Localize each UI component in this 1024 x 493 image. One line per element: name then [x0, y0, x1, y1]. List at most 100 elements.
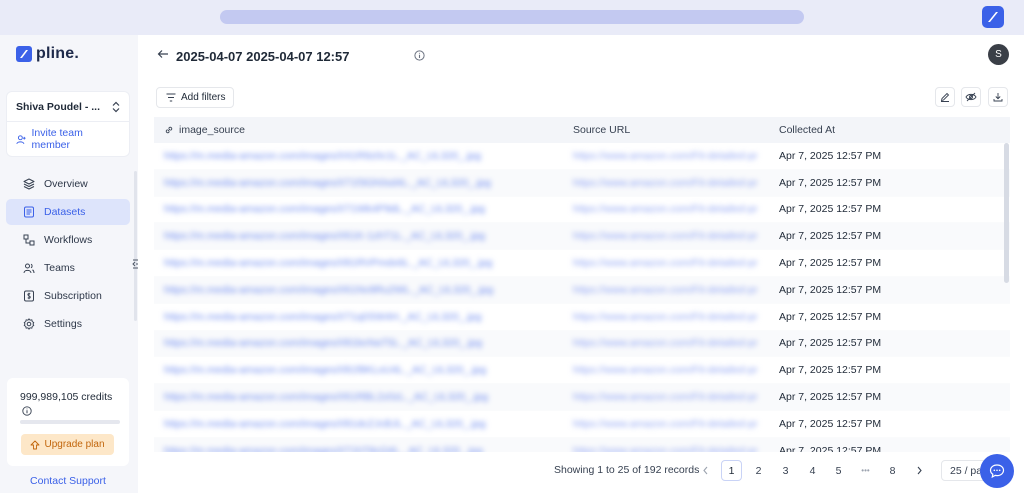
- cell-source-url[interactable]: https://www.amazon.com/Fit-detailed-prod: [562, 177, 768, 189]
- table-row[interactable]: https://m.media-amazon.com/images/I/61Nv…: [154, 276, 1010, 304]
- cell-image-source[interactable]: https://m.media-amazon.com/images/I/81f8…: [154, 364, 562, 376]
- image-source-link[interactable]: https://m.media-amazon.com/images/I/81dc…: [164, 418, 486, 430]
- cell-source-url[interactable]: https://www.amazon.com/Fit-detailed-prod: [562, 418, 768, 430]
- cell-source-url[interactable]: https://www.amazon.com/Fit-detailed-prod: [562, 311, 768, 323]
- table-row[interactable]: https://m.media-amazon.com/images/I/81f8…: [154, 357, 1010, 385]
- collected-at-value: Apr 7, 2025 12:57 PM: [779, 257, 882, 270]
- image-source-link[interactable]: https://m.media-amazon.com/images/I/61K-…: [164, 230, 485, 242]
- page-button-3[interactable]: 3: [775, 460, 796, 481]
- edit-button[interactable]: [935, 87, 955, 107]
- image-source-link[interactable]: https://m.media-amazon.com/images/I/71q0…: [164, 311, 482, 323]
- org-selector[interactable]: Shiva Poudel - ...: [7, 92, 129, 122]
- next-page-button[interactable]: [909, 460, 930, 481]
- brand-logo[interactable]: pline.: [16, 43, 79, 65]
- column-header-collected-at[interactable]: Collected At: [768, 124, 996, 136]
- cell-image-source[interactable]: https://m.media-amazon.com/images/I/71hT…: [154, 445, 562, 452]
- table-row[interactable]: https://m.media-amazon.com/images/I/81RV…: [154, 250, 1010, 277]
- table-row[interactable]: https://m.media-amazon.com/images/I/81bc…: [154, 330, 1010, 358]
- source-url-link[interactable]: https://www.amazon.com/Fit-detailed-prod: [573, 445, 758, 452]
- sidebar-item-teams[interactable]: Teams: [6, 255, 130, 281]
- table-row[interactable]: https://m.media-amazon.com/images/I/81dc…: [154, 410, 1010, 438]
- source-url-link[interactable]: https://www.amazon.com/Fit-detailed-prod: [573, 311, 758, 323]
- sidebar-item-subscription[interactable]: Subscription: [6, 283, 130, 309]
- cell-source-url[interactable]: https://www.amazon.com/Fit-detailed-prod: [562, 284, 768, 296]
- page-ellipsis[interactable]: •••: [855, 460, 876, 481]
- info-icon[interactable]: [414, 50, 425, 61]
- cell-image-source[interactable]: https://m.media-amazon.com/images/I/41R9…: [154, 150, 562, 162]
- image-source-link[interactable]: https://m.media-amazon.com/images/I/71Wk…: [164, 203, 485, 215]
- page-button-2[interactable]: 2: [748, 460, 769, 481]
- cell-image-source[interactable]: https://m.media-amazon.com/images/I/81bc…: [154, 337, 562, 349]
- page-button-4[interactable]: 4: [802, 460, 823, 481]
- filter-icon: [166, 93, 176, 102]
- cell-image-source[interactable]: https://m.media-amazon.com/images/I/61RB…: [154, 391, 562, 403]
- image-source-link[interactable]: https://m.media-amazon.com/images/I/81f8…: [164, 364, 486, 376]
- table-scrollbar[interactable]: [1004, 143, 1009, 283]
- cell-source-url[interactable]: https://www.amazon.com/Fit-detailed-prod: [562, 391, 768, 403]
- source-url-link[interactable]: https://www.amazon.com/Fit-detailed-prod: [573, 418, 758, 430]
- table-row[interactable]: https://m.media-amazon.com/images/I/71Wk…: [154, 196, 1010, 224]
- source-url-link[interactable]: https://www.amazon.com/Fit-detailed-prod: [573, 177, 758, 189]
- image-source-link[interactable]: https://m.media-amazon.com/images/I/81bc…: [164, 337, 482, 349]
- cell-image-source[interactable]: https://m.media-amazon.com/images/I/71f3…: [154, 177, 562, 189]
- upgrade-plan-button[interactable]: Upgrade plan: [21, 434, 114, 455]
- invite-team-member-button[interactable]: Invite team member: [7, 122, 129, 156]
- cell-source-url[interactable]: https://www.amazon.com/Fit-detailed-prod: [562, 203, 768, 215]
- cell-image-source[interactable]: https://m.media-amazon.com/images/I/71Wk…: [154, 203, 562, 215]
- source-url-link[interactable]: https://www.amazon.com/Fit-detailed-prod: [573, 230, 758, 242]
- sidebar-item-datasets[interactable]: Datasets: [6, 199, 130, 225]
- source-url-link[interactable]: https://www.amazon.com/Fit-detailed-prod: [573, 203, 758, 215]
- image-source-link[interactable]: https://m.media-amazon.com/images/I/61RB…: [164, 391, 488, 403]
- page-button-8[interactable]: 8: [882, 460, 903, 481]
- pencil-icon: [940, 92, 950, 102]
- prev-page-button[interactable]: [695, 460, 716, 481]
- download-button[interactable]: [988, 87, 1008, 107]
- cell-source-url[interactable]: https://www.amazon.com/Fit-detailed-prod: [562, 230, 768, 242]
- source-url-link[interactable]: https://www.amazon.com/Fit-detailed-prod: [573, 337, 758, 349]
- page-button-5[interactable]: 5: [828, 460, 849, 481]
- chat-support-button[interactable]: [980, 454, 1014, 488]
- sidebar-item-settings[interactable]: Settings: [6, 311, 130, 337]
- add-filters-button[interactable]: Add filters: [156, 87, 234, 108]
- cell-source-url[interactable]: https://www.amazon.com/Fit-detailed-prod: [562, 337, 768, 349]
- table-row[interactable]: https://m.media-amazon.com/images/I/41R9…: [154, 143, 1010, 170]
- hide-columns-button[interactable]: [961, 87, 981, 107]
- table-row[interactable]: https://m.media-amazon.com/images/I/71hT…: [154, 437, 1010, 452]
- column-header-image-source[interactable]: image_source: [154, 124, 562, 136]
- source-url-link[interactable]: https://www.amazon.com/Fit-detailed-prod: [573, 284, 758, 296]
- contact-support-link[interactable]: Contact Support: [0, 475, 136, 487]
- image-source-link[interactable]: https://m.media-amazon.com/images/I/71f3…: [164, 177, 491, 189]
- cell-image-source[interactable]: https://m.media-amazon.com/images/I/61K-…: [154, 230, 562, 242]
- cell-source-url[interactable]: https://www.amazon.com/Fit-detailed-prod: [562, 445, 768, 452]
- table-row[interactable]: https://m.media-amazon.com/images/I/61K-…: [154, 223, 1010, 251]
- image-source-link[interactable]: https://m.media-amazon.com/images/I/71hT…: [164, 445, 483, 452]
- image-source-link[interactable]: https://m.media-amazon.com/images/I/41R9…: [164, 150, 481, 162]
- back-arrow-icon[interactable]: [157, 48, 169, 60]
- column-header-source-url[interactable]: Source URL: [562, 124, 768, 136]
- info-icon[interactable]: [22, 406, 32, 416]
- source-url-link[interactable]: https://www.amazon.com/Fit-detailed-prod: [573, 257, 758, 269]
- cell-image-source[interactable]: https://m.media-amazon.com/images/I/81RV…: [154, 257, 562, 269]
- cell-image-source[interactable]: https://m.media-amazon.com/images/I/71q0…: [154, 311, 562, 323]
- cell-image-source[interactable]: https://m.media-amazon.com/images/I/61Nv…: [154, 284, 562, 296]
- sidebar-scrollbar[interactable]: [134, 171, 137, 321]
- address-bar[interactable]: [220, 10, 804, 24]
- sidebar-item-overview[interactable]: Overview: [6, 171, 130, 197]
- upgrade-arrow-icon: [31, 440, 40, 449]
- table-row[interactable]: https://m.media-amazon.com/images/I/71q0…: [154, 303, 1010, 331]
- cell-source-url[interactable]: https://www.amazon.com/Fit-detailed-prod: [562, 364, 768, 376]
- sidebar-item-workflows[interactable]: Workflows: [6, 227, 130, 253]
- page-button-1[interactable]: 1: [721, 460, 742, 481]
- table-row[interactable]: https://m.media-amazon.com/images/I/61RB…: [154, 384, 1010, 411]
- source-url-link[interactable]: https://www.amazon.com/Fit-detailed-prod: [573, 391, 758, 403]
- image-source-link[interactable]: https://m.media-amazon.com/images/I/61Nv…: [164, 284, 493, 296]
- source-url-link[interactable]: https://www.amazon.com/Fit-detailed-prod: [573, 150, 758, 162]
- cell-source-url[interactable]: https://www.amazon.com/Fit-detailed-prod: [562, 150, 768, 162]
- user-avatar[interactable]: S: [988, 44, 1009, 65]
- source-url-link[interactable]: https://www.amazon.com/Fit-detailed-prod: [573, 364, 758, 376]
- table-row[interactable]: https://m.media-amazon.com/images/I/71f3…: [154, 169, 1010, 197]
- cell-image-source[interactable]: https://m.media-amazon.com/images/I/81dc…: [154, 418, 562, 430]
- page-title: 2025-04-07 2025-04-07 12:57: [176, 49, 350, 64]
- cell-source-url[interactable]: https://www.amazon.com/Fit-detailed-prod: [562, 257, 768, 269]
- image-source-link[interactable]: https://m.media-amazon.com/images/I/81RV…: [164, 257, 492, 269]
